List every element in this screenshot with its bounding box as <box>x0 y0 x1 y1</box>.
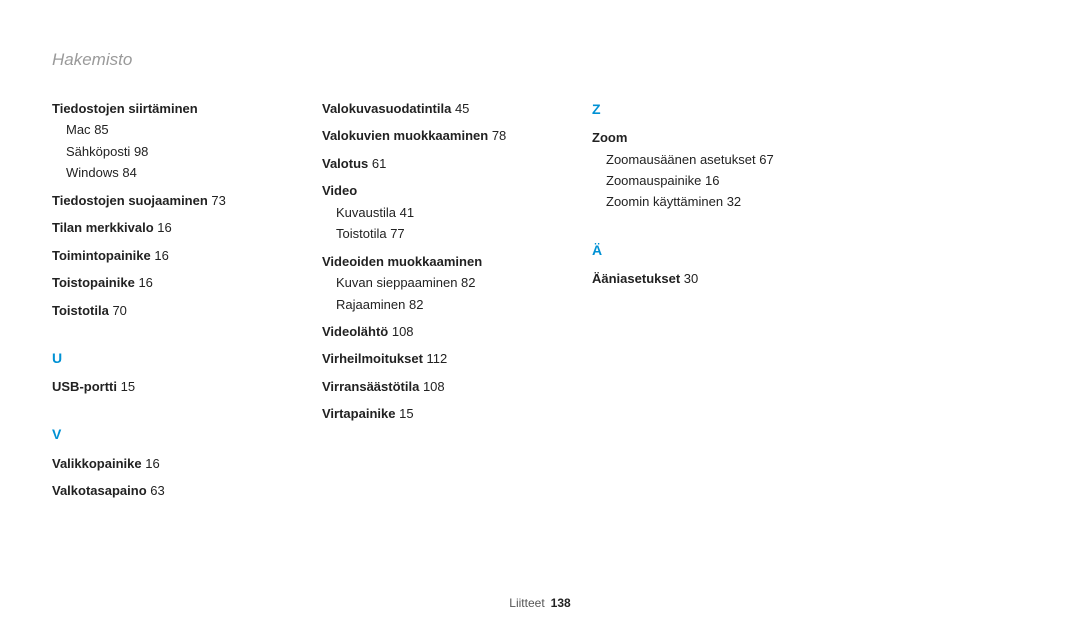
index-subentry: Mac 85 <box>52 119 302 140</box>
entry-label: Zoom <box>592 130 627 145</box>
index-entry: Toistotila 70 <box>52 300 302 321</box>
index-entry: Virransäästötila 108 <box>322 376 572 397</box>
index-entry: Toimintopainike 16 <box>52 245 302 266</box>
letter-heading-z: Z <box>592 98 842 121</box>
entry-page: 16 <box>138 275 152 290</box>
page-footer: Liitteet 138 <box>0 596 1080 610</box>
entry-page: 70 <box>112 303 126 318</box>
letter-heading-u: U <box>52 347 302 370</box>
entry-label: Virransäästötila <box>322 379 419 394</box>
index-subentry: Toistotila 77 <box>322 223 572 244</box>
index-subentry: Zoomauspainike 16 <box>592 170 842 191</box>
index-subentry: Kuvaustila 41 <box>322 202 572 223</box>
entry-label: Toimintopainike <box>52 248 151 263</box>
entry-label: Valikkopainike <box>52 456 142 471</box>
entry-label: Tiedostojen siirtäminen <box>52 101 198 116</box>
index-subentry: Rajaaminen 82 <box>322 294 572 315</box>
index-entry: Valkotasapaino 63 <box>52 480 302 501</box>
entry-page: 98 <box>134 144 148 159</box>
index-column-1: Tiedostojen siirtäminen Mac 85 Sähköpost… <box>52 98 322 501</box>
entry-label: Mac <box>66 122 91 137</box>
entry-page: 77 <box>390 226 404 241</box>
entry-page: 16 <box>157 220 171 235</box>
index-entry: Tiedostojen siirtäminen <box>52 98 302 119</box>
index-subentry: Zoomin käyttäminen 32 <box>592 191 842 212</box>
index-entry: Valikkopainike 16 <box>52 453 302 474</box>
entry-page: 73 <box>211 193 225 208</box>
entry-page: 32 <box>727 194 741 209</box>
entry-label: Zoomausäänen asetukset <box>606 152 756 167</box>
entry-page: 67 <box>759 152 773 167</box>
entry-label: Kuvan sieppaaminen <box>336 275 457 290</box>
entry-label: Zoomin käyttäminen <box>606 194 723 209</box>
entry-label: Sähköposti <box>66 144 130 159</box>
entry-label: Windows <box>66 165 119 180</box>
entry-label: Tiedostojen suojaaminen <box>52 193 208 208</box>
entry-page: 82 <box>409 297 423 312</box>
entry-label: Valokuvasuodatintila <box>322 101 451 116</box>
entry-label: Zoomauspainike <box>606 173 701 188</box>
index-columns: Tiedostojen siirtäminen Mac 85 Sähköpost… <box>52 98 1028 501</box>
entry-page: 63 <box>150 483 164 498</box>
entry-page: 85 <box>94 122 108 137</box>
entry-label: Rajaaminen <box>336 297 405 312</box>
entry-label: Videolähtö <box>322 324 388 339</box>
entry-label: Valkotasapaino <box>52 483 147 498</box>
index-entry: Toistopainike 16 <box>52 272 302 293</box>
index-subentry: Windows 84 <box>52 162 302 183</box>
index-entry: Video <box>322 180 572 201</box>
index-entry: Virtapainike 15 <box>322 403 572 424</box>
page: Hakemisto Tiedostojen siirtäminen Mac 85… <box>0 0 1080 630</box>
page-title: Hakemisto <box>52 50 1028 70</box>
entry-label: Virtapainike <box>322 406 395 421</box>
index-subentry: Kuvan sieppaaminen 82 <box>322 272 572 293</box>
index-subentry: Zoomausäänen asetukset 67 <box>592 149 842 170</box>
index-entry: Virheilmoitukset 112 <box>322 348 572 369</box>
index-entry: Valokuvien muokkaaminen 78 <box>322 125 572 146</box>
index-subentry: Sähköposti 98 <box>52 141 302 162</box>
entry-page: 30 <box>684 271 698 286</box>
index-entry: Valokuvasuodatintila 45 <box>322 98 572 119</box>
entry-page: 15 <box>121 379 135 394</box>
entry-label: Ääniasetukset <box>592 271 680 286</box>
index-entry: Videoiden muokkaaminen <box>322 251 572 272</box>
entry-page: 78 <box>492 128 506 143</box>
entry-label: Toistotila <box>52 303 109 318</box>
entry-label: Virheilmoitukset <box>322 351 423 366</box>
entry-label: Videoiden muokkaaminen <box>322 254 482 269</box>
entry-label: Valotus <box>322 156 368 171</box>
letter-heading-a-umlaut: Ä <box>592 239 842 262</box>
index-entry: Valotus 61 <box>322 153 572 174</box>
entry-page: 15 <box>399 406 413 421</box>
letter-heading-v: V <box>52 423 302 446</box>
index-column-2: Valokuvasuodatintila 45 Valokuvien muokk… <box>322 98 592 501</box>
entry-page: 84 <box>122 165 136 180</box>
footer-page-number: 138 <box>551 596 571 610</box>
entry-page: 108 <box>392 324 414 339</box>
entry-page: 16 <box>145 456 159 471</box>
entry-label: Toistopainike <box>52 275 135 290</box>
entry-page: 82 <box>461 275 475 290</box>
entry-label: Video <box>322 183 357 198</box>
entry-page: 112 <box>427 351 448 366</box>
index-column-3: Z Zoom Zoomausäänen asetukset 67 Zoomaus… <box>592 98 862 501</box>
footer-section: Liitteet <box>509 596 544 610</box>
index-entry: Zoom <box>592 127 842 148</box>
entry-label: Tilan merkkivalo <box>52 220 154 235</box>
entry-page: 45 <box>455 101 469 116</box>
entry-label: USB-portti <box>52 379 117 394</box>
index-entry: Tiedostojen suojaaminen 73 <box>52 190 302 211</box>
entry-label: Valokuvien muokkaaminen <box>322 128 488 143</box>
entry-page: 16 <box>705 173 719 188</box>
entry-page: 108 <box>423 379 445 394</box>
index-entry: USB-portti 15 <box>52 376 302 397</box>
entry-label: Kuvaustila <box>336 205 396 220</box>
entry-label: Toistotila <box>336 226 387 241</box>
index-entry: Videolähtö 108 <box>322 321 572 342</box>
entry-page: 16 <box>154 248 168 263</box>
index-entry: Tilan merkkivalo 16 <box>52 217 302 238</box>
entry-page: 61 <box>372 156 386 171</box>
entry-page: 41 <box>400 205 414 220</box>
index-entry: Ääniasetukset 30 <box>592 268 842 289</box>
